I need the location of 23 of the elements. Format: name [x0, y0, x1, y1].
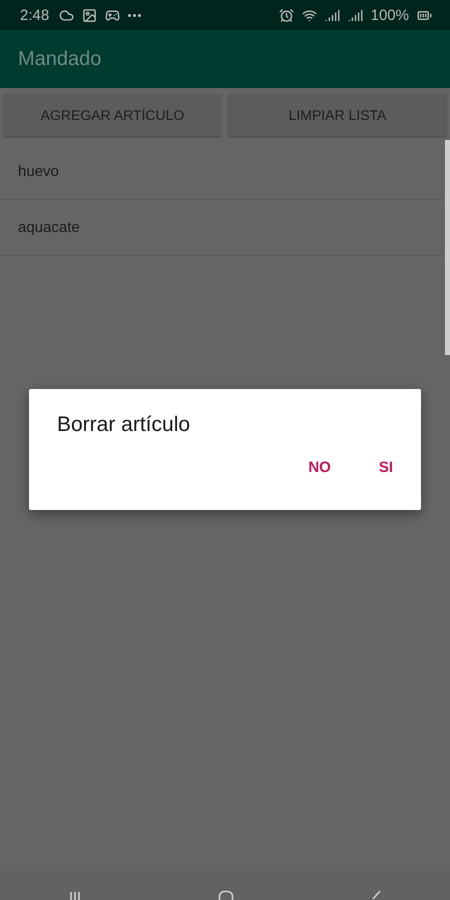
signal-icon: [348, 8, 363, 22]
cloud-icon: [59, 8, 74, 22]
app-title: Mandado: [18, 48, 102, 70]
dialog-title: Borrar artículo: [57, 413, 192, 437]
recents-icon[interactable]: [68, 890, 82, 900]
image-icon: [82, 8, 98, 22]
home-icon[interactable]: [218, 890, 234, 900]
more-icon: [128, 14, 142, 16]
action-button[interactable]: AGREGAR ARTÍCULO: [4, 94, 221, 136]
back-icon[interactable]: [370, 890, 382, 900]
list-item[interactable]: huevo: [0, 144, 444, 200]
action-button[interactable]: LIMPIAR LISTA: [229, 94, 446, 136]
status-time: 2:48: [20, 6, 50, 24]
alarm-icon: [278, 8, 294, 22]
gamepad-icon: [105, 8, 120, 22]
list-item[interactable]: aquacate: [0, 200, 444, 256]
wifi-icon: [302, 8, 317, 22]
item-text: huevo: [18, 163, 59, 180]
signal-icon: [324, 8, 340, 22]
dialog-button[interactable]: NO: [294, 451, 345, 484]
dialog-button[interactable]: SI: [364, 451, 407, 484]
battery-percent: 100%: [370, 6, 409, 24]
item-text: aquacate: [18, 219, 80, 236]
